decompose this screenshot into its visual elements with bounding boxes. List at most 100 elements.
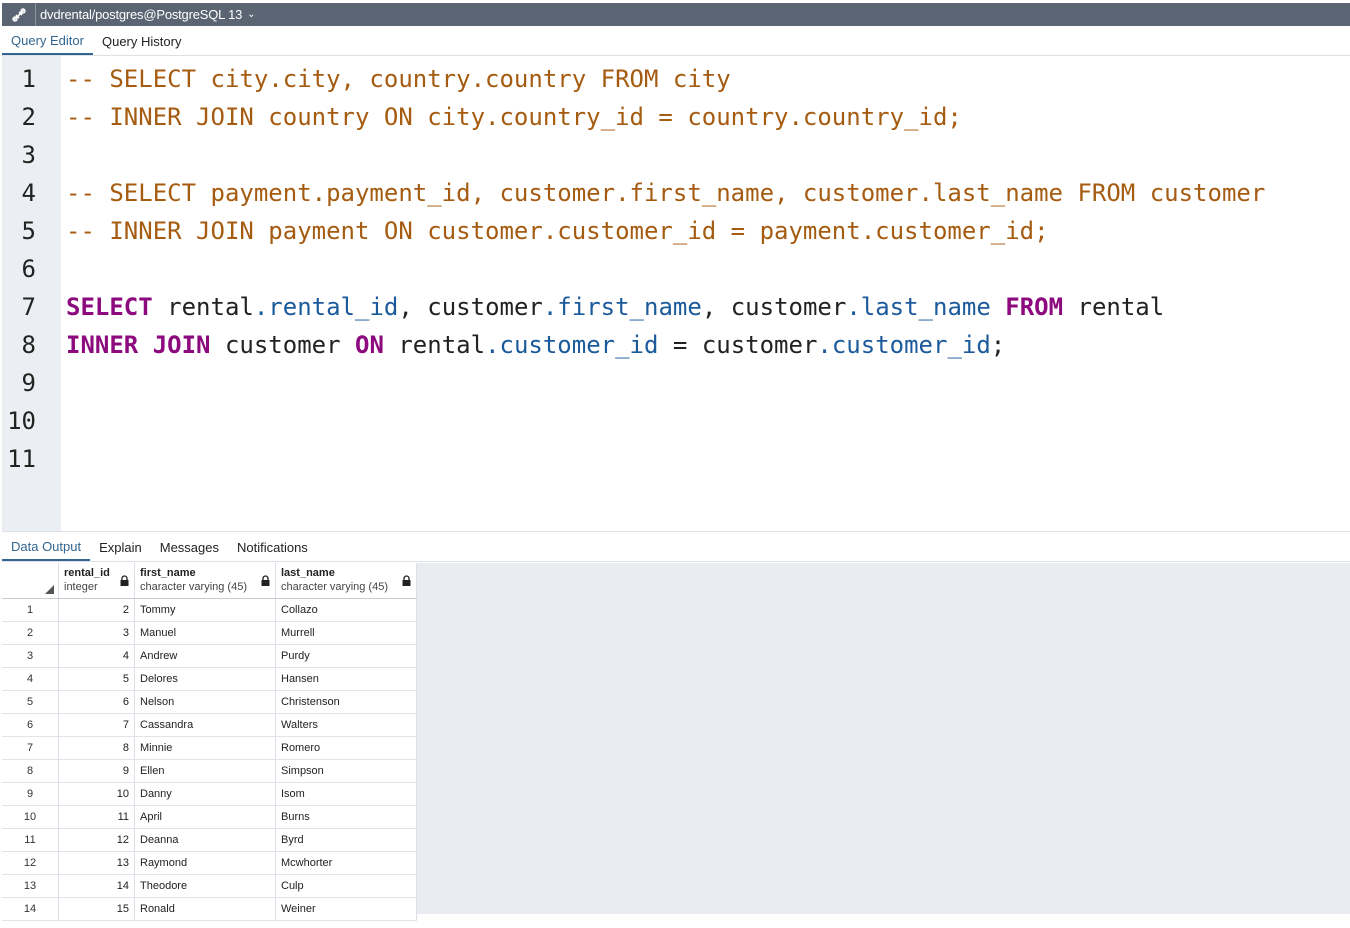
line-number-gutter: 1 2 3 4 5 6 7 8 9 10 11 (2, 56, 61, 531)
row-number[interactable]: 13 (2, 874, 59, 898)
rental-id-cell[interactable]: 6 (58, 690, 135, 714)
lock-icon (120, 575, 129, 586)
column-header-rental-id[interactable]: rental_id integer (58, 563, 135, 599)
table-row[interactable]: 10 11 April Burns (2, 805, 417, 829)
rental-id-cell[interactable]: 3 (58, 621, 135, 645)
tab-query-editor[interactable]: Query Editor (2, 27, 93, 55)
last-name-cell[interactable]: Isom (275, 782, 417, 806)
last-name-cell[interactable]: Culp (275, 874, 417, 898)
first-name-cell[interactable]: Ellen (134, 759, 276, 783)
first-name-cell[interactable]: Tommy (134, 598, 276, 622)
table-row[interactable]: 1 2 Tommy Collazo (2, 598, 417, 622)
rental-id-cell[interactable]: 15 (58, 897, 135, 921)
table-row[interactable]: 9 10 Danny Isom (2, 782, 417, 806)
last-name-cell[interactable]: Collazo (275, 598, 417, 622)
last-name-cell[interactable]: Simpson (275, 759, 417, 783)
code-line-1[interactable]: -- SELECT city.city, country.country FRO… (66, 60, 731, 98)
column-header-first-name[interactable]: first_name character varying (45) (134, 563, 276, 599)
row-number[interactable]: 5 (2, 690, 59, 714)
first-name-cell[interactable]: Theodore (134, 874, 276, 898)
sql-table-ref: customer (701, 331, 818, 359)
last-name-cell[interactable]: Murrell (275, 621, 417, 645)
last-name-cell[interactable]: Purdy (275, 644, 417, 668)
row-number[interactable]: 4 (2, 667, 59, 691)
sql-column-ref: .customer_id (817, 331, 991, 359)
first-name-cell[interactable]: Nelson (134, 690, 276, 714)
first-name-cell[interactable]: Raymond (134, 851, 276, 875)
row-number[interactable]: 11 (2, 828, 59, 852)
last-name-cell[interactable]: Byrd (275, 828, 417, 852)
select-all-corner-icon[interactable] (45, 585, 54, 594)
table-row[interactable]: 2 3 Manuel Murrell (2, 621, 417, 645)
line-number: 10 (7, 407, 36, 435)
chevron-down-icon[interactable]: ⌄ (247, 9, 255, 20)
table-row[interactable]: 13 14 Theodore Culp (2, 874, 417, 898)
rental-id-cell[interactable]: 9 (58, 759, 135, 783)
row-number[interactable]: 6 (2, 713, 59, 737)
rental-id-cell[interactable]: 8 (58, 736, 135, 760)
sql-column-ref: .first_name (542, 293, 702, 321)
table-row[interactable]: 12 13 Raymond Mcwhorter (2, 851, 417, 875)
table-row[interactable]: 4 5 Delores Hansen (2, 667, 417, 691)
connection-status-icon[interactable] (2, 3, 35, 26)
code-line-5[interactable]: -- INNER JOIN payment ON customer.custom… (66, 212, 1049, 250)
code-line-8[interactable]: INNER JOIN customer ON rental.customer_i… (66, 326, 1005, 364)
rental-id-cell[interactable]: 11 (58, 805, 135, 829)
table-row[interactable]: 7 8 Minnie Romero (2, 736, 417, 760)
line-number: 9 (21, 369, 36, 397)
first-name-cell[interactable]: April (134, 805, 276, 829)
first-name-cell[interactable]: Cassandra (134, 713, 276, 737)
sql-editor[interactable]: 1 2 3 4 5 6 7 8 9 10 11 -- SELECT city.c… (2, 56, 1350, 531)
code-line-2[interactable]: -- INNER JOIN country ON city.country_id… (66, 98, 962, 136)
rental-id-cell[interactable]: 4 (58, 644, 135, 668)
rental-id-cell[interactable]: 7 (58, 713, 135, 737)
tab-data-output[interactable]: Data Output (2, 534, 91, 561)
row-number[interactable]: 10 (2, 805, 59, 829)
connection-selector[interactable]: dvdrental/postgres@PostgreSQL 13 (36, 7, 242, 22)
table-row[interactable]: 5 6 Nelson Christenson (2, 690, 417, 714)
select-all-cell[interactable] (2, 563, 59, 599)
panel-divider[interactable] (2, 531, 1350, 532)
first-name-cell[interactable]: Manuel (134, 621, 276, 645)
row-number[interactable]: 7 (2, 736, 59, 760)
tab-query-history[interactable]: Query History (93, 27, 190, 55)
code-line-4[interactable]: -- SELECT payment.payment_id, customer.f… (66, 174, 1265, 212)
row-number[interactable]: 8 (2, 759, 59, 783)
column-header-last-name[interactable]: last_name character varying (45) (275, 563, 417, 599)
first-name-cell[interactable]: Delores (134, 667, 276, 691)
table-row[interactable]: 11 12 Deanna Byrd (2, 828, 417, 852)
last-name-cell[interactable]: Mcwhorter (275, 851, 417, 875)
first-name-cell[interactable]: Deanna (134, 828, 276, 852)
tab-messages[interactable]: Messages (151, 534, 228, 561)
tab-notifications[interactable]: Notifications (228, 534, 317, 561)
rental-id-cell[interactable]: 14 (58, 874, 135, 898)
rental-id-cell[interactable]: 2 (58, 598, 135, 622)
row-number[interactable]: 9 (2, 782, 59, 806)
sql-comment: -- SELECT payment.payment_id, customer.f… (66, 179, 1266, 207)
code-line-7[interactable]: SELECT rental.rental_id, customer.first_… (66, 288, 1164, 326)
last-name-cell[interactable]: Walters (275, 713, 417, 737)
row-number[interactable]: 2 (2, 621, 59, 645)
first-name-cell[interactable]: Andrew (134, 644, 276, 668)
last-name-cell[interactable]: Weiner (275, 897, 417, 921)
first-name-cell[interactable]: Danny (134, 782, 276, 806)
row-number[interactable]: 12 (2, 851, 59, 875)
table-row[interactable]: 6 7 Cassandra Walters (2, 713, 417, 737)
rental-id-cell[interactable]: 10 (58, 782, 135, 806)
row-number[interactable]: 14 (2, 897, 59, 921)
rental-id-cell[interactable]: 13 (58, 851, 135, 875)
last-name-cell[interactable]: Burns (275, 805, 417, 829)
rental-id-cell[interactable]: 5 (58, 667, 135, 691)
row-number[interactable]: 1 (2, 598, 59, 622)
last-name-cell[interactable]: Hansen (275, 667, 417, 691)
table-row[interactable]: 8 9 Ellen Simpson (2, 759, 417, 783)
first-name-cell[interactable]: Ronald (134, 897, 276, 921)
first-name-cell[interactable]: Minnie (134, 736, 276, 760)
last-name-cell[interactable]: Christenson (275, 690, 417, 714)
last-name-cell[interactable]: Romero (275, 736, 417, 760)
row-number[interactable]: 3 (2, 644, 59, 668)
rental-id-cell[interactable]: 12 (58, 828, 135, 852)
tab-explain[interactable]: Explain (90, 534, 151, 561)
table-row[interactable]: 14 15 Ronald Weiner (2, 897, 417, 921)
table-row[interactable]: 3 4 Andrew Purdy (2, 644, 417, 668)
